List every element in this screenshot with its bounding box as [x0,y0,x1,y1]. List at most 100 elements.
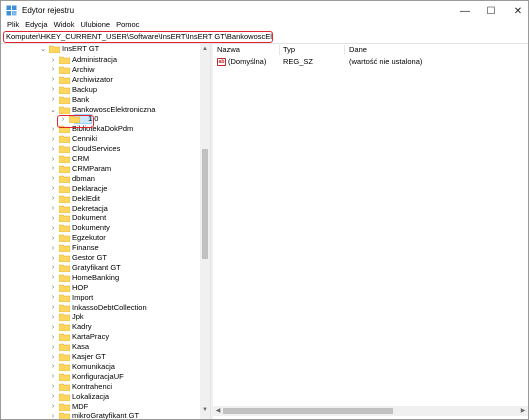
values-list[interactable]: Nazwa Typ Dane ab (Domyślna) REG_SZ (war… [213,44,528,419]
tree-item[interactable]: › Archiw [1,65,200,75]
chevron-right-icon[interactable]: › [49,184,57,194]
tree-item[interactable]: › Dekretacja [1,204,200,214]
tree-item[interactable]: › 1.0 [1,114,200,125]
tree-item[interactable]: › CloudServices [1,144,200,154]
chevron-right-icon[interactable]: › [49,144,57,154]
tree-item[interactable]: › mikroGratyfikant GT [1,411,200,419]
column-header-type[interactable]: Typ [283,44,295,56]
maximize-button[interactable]: ☐ [476,1,506,21]
scroll-down-icon[interactable]: ▼ [200,405,210,415]
chevron-right-icon[interactable]: › [49,194,57,204]
tree-scroll-thumb[interactable] [202,149,208,259]
column-header-data[interactable]: Dane [349,44,367,56]
tree-item-label: Dokumenty [72,223,110,233]
tree-item[interactable]: › KonfiguracjaUF [1,372,200,382]
tree-item[interactable]: › Lokalizacja [1,392,200,402]
tree-item[interactable]: › Gestor GT [1,253,200,263]
tree-item[interactable]: › CRM [1,154,200,164]
column-separator[interactable] [344,45,345,55]
tree-item[interactable]: › BibliotekaDokPdm [1,124,200,134]
tree-item[interactable]: › Bank [1,95,200,105]
menu-pomoc[interactable]: Pomoc [113,19,142,31]
chevron-right-icon[interactable]: › [49,283,57,293]
menu-widok[interactable]: Widok [51,19,78,31]
chevron-right-icon[interactable]: › [49,382,57,392]
tree-item[interactable]: › Cenniki [1,134,200,144]
chevron-down-icon[interactable]: ⌄ [39,44,47,54]
tree-item[interactable]: › Jpk [1,312,200,322]
scroll-right-icon[interactable]: ▶ [518,406,528,416]
chevron-right-icon[interactable]: › [49,164,57,174]
tree-item[interactable]: › Kasjer GT [1,352,200,362]
chevron-right-icon[interactable]: › [49,352,57,362]
tree-item[interactable]: ⌄ BankowoscElektroniczna [1,105,200,115]
tree-item[interactable]: › Gratyfikant GT [1,263,200,273]
tree-item[interactable]: › Dokument [1,213,200,223]
chevron-right-icon[interactable]: › [49,342,57,352]
chevron-right-icon[interactable]: › [49,204,57,214]
list-scroll-thumb[interactable] [223,408,393,414]
chevron-right-icon[interactable]: › [49,312,57,322]
menu-ulubione[interactable]: Ulubione [77,19,113,31]
chevron-right-icon[interactable]: › [49,223,57,233]
tree-item[interactable]: › MDF [1,402,200,412]
chevron-right-icon[interactable]: › [49,303,57,313]
chevron-right-icon[interactable]: › [49,124,57,134]
menu-plik[interactable]: Plik [4,19,22,31]
value-data[interactable]: (wartość nie ustalona) [349,57,422,67]
chevron-right-icon[interactable]: › [49,322,57,332]
tree-item[interactable]: › Import [1,293,200,303]
value-type[interactable]: REG_SZ [283,57,313,67]
chevron-right-icon[interactable]: › [49,243,57,253]
scroll-up-icon[interactable]: ▲ [200,44,210,54]
chevron-right-icon[interactable]: › [49,362,57,372]
chevron-right-icon[interactable]: › [49,233,57,243]
tree-item[interactable]: › Kontrahenci [1,382,200,392]
chevron-right-icon[interactable]: › [49,65,57,75]
tree-item[interactable]: › Backup [1,85,200,95]
tree-item[interactable]: › Finanse [1,243,200,253]
address-bar[interactable]: Komputer\HKEY_CURRENT_USER\Software\InsE… [3,31,273,43]
chevron-right-icon[interactable]: › [49,372,57,382]
column-separator[interactable] [279,45,280,55]
tree-item-root[interactable]: ⌄ InsERT GT [1,44,200,54]
tree-item[interactable]: › InkassoDebtCollection [1,303,200,313]
chevron-right-icon[interactable]: › [49,213,57,223]
chevron-right-icon[interactable]: › [49,253,57,263]
chevron-right-icon[interactable]: › [49,392,57,402]
tree-item[interactable]: › CRMParam [1,164,200,174]
menu-edycja[interactable]: Edycja [22,19,51,31]
value-name[interactable]: (Domyślna) [228,57,266,67]
chevron-down-icon[interactable]: ⌄ [49,105,57,115]
chevron-right-icon[interactable]: › [49,55,57,65]
chevron-right-icon[interactable]: › [49,174,57,184]
chevron-right-icon[interactable]: › [49,95,57,105]
chevron-right-icon[interactable]: › [49,293,57,303]
close-button[interactable]: ✕ [503,1,529,21]
chevron-right-icon[interactable]: › [49,75,57,85]
tree-item[interactable]: › Archiwizator [1,75,200,85]
tree-item[interactable]: › dbman [1,174,200,184]
tree-item[interactable]: › Deklaracje [1,184,200,194]
tree-item[interactable]: › Komunikacja [1,362,200,372]
column-header-name[interactable]: Nazwa [217,44,240,56]
chevron-right-icon[interactable]: › [49,85,57,95]
tree-item[interactable]: › KartaPracy [1,332,200,342]
chevron-right-icon[interactable]: › [49,263,57,273]
tree-item[interactable]: › HomeBanking [1,273,200,283]
chevron-right-icon[interactable]: › [49,411,57,419]
chevron-right-icon[interactable]: › [49,154,57,164]
tree-item[interactable]: › Kasa [1,342,200,352]
tree-item[interactable]: › Administracja [1,55,200,65]
chevron-right-icon[interactable]: › [49,273,57,283]
tree-item[interactable]: › Egzekutor [1,233,200,243]
tree-item[interactable]: › Dokumenty [1,223,200,233]
chevron-right-icon[interactable]: › [49,134,57,144]
tree-item[interactable]: › HOP [1,283,200,293]
tree-item[interactable]: › Kadry [1,322,200,332]
tree-item[interactable]: › DeklEdit [1,194,200,204]
key-tree[interactable]: ⌄ InsERT GT › Administracja › Archiw › Archiw… [1,44,210,419]
scroll-left-icon[interactable]: ◀ [213,406,223,416]
chevron-right-icon[interactable]: › [49,402,57,412]
chevron-right-icon[interactable]: › [49,332,57,342]
